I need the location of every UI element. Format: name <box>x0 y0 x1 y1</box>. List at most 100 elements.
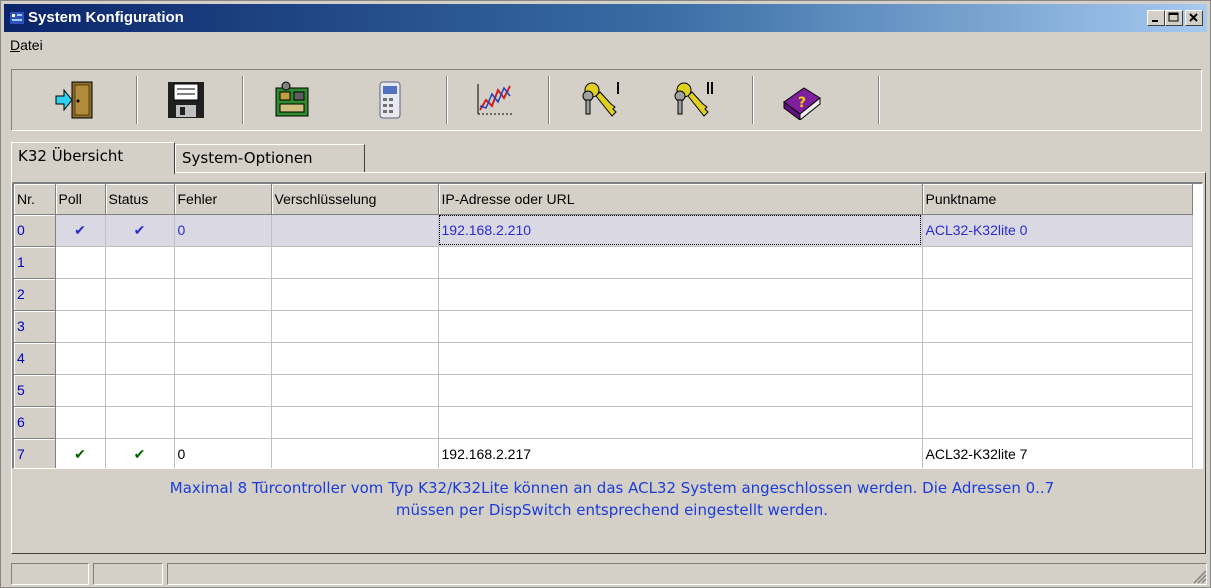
help-book-icon: ? <box>783 87 821 120</box>
cell-fehler[interactable] <box>174 278 272 311</box>
close-button[interactable] <box>1185 10 1203 26</box>
cell-ip-adresse[interactable] <box>438 278 923 311</box>
exit-button[interactable] <box>42 74 106 126</box>
header-status[interactable]: Status <box>105 184 175 215</box>
table-row[interactable]: 7 ✔ ✔ 0 192.168.2.217 ACL32-K32lite 7 <box>14 438 1193 468</box>
cell-poll[interactable] <box>55 374 106 407</box>
menu-datei[interactable]: Datei <box>10 37 43 53</box>
resize-grip-icon[interactable] <box>1193 570 1207 584</box>
cell-punktname[interactable]: ACL32-K32lite 7 <box>922 438 1193 468</box>
cell-verschluesselung[interactable] <box>271 278 439 311</box>
tab-k32-uebersicht[interactable]: K32 Übersicht <box>11 142 175 174</box>
table-row[interactable]: 1 <box>14 246 1193 279</box>
header-punktname[interactable]: Punktname <box>922 184 1193 215</box>
table-row[interactable]: 0 ✔ ✔ 0 192.168.2.210 ACL32-K32lite 0 <box>14 214 1193 247</box>
cell-status[interactable] <box>105 246 175 279</box>
table-row[interactable]: 5 <box>14 374 1193 407</box>
cell-verschluesselung[interactable] <box>271 406 439 439</box>
cell-poll[interactable] <box>55 342 106 375</box>
table-header-row: Nr. Poll Status Fehler Verschlüsselung I… <box>14 184 1193 215</box>
status-panel-1 <box>11 563 89 585</box>
header-fehler[interactable]: Fehler <box>174 184 272 215</box>
keys-two-button[interactable] <box>660 74 724 126</box>
cell-poll[interactable] <box>55 278 106 311</box>
terminal-button[interactable] <box>356 74 420 126</box>
cell-nr[interactable]: 0 <box>14 214 56 247</box>
cell-fehler[interactable] <box>174 342 272 375</box>
cell-punktname[interactable] <box>922 374 1193 407</box>
keys-one-button[interactable] <box>568 74 632 126</box>
cell-status[interactable] <box>105 278 175 311</box>
header-verschluesselung[interactable]: Verschlüsselung <box>271 184 439 215</box>
cell-punktname[interactable] <box>922 406 1193 439</box>
cell-status[interactable]: ✔ <box>105 438 175 468</box>
help-button[interactable]: ? <box>768 74 832 126</box>
header-ip-adresse[interactable]: IP-Adresse oder URL <box>438 184 923 215</box>
toolbar-separator <box>242 76 244 124</box>
cell-fehler[interactable] <box>174 310 272 343</box>
controller-button[interactable] <box>258 74 322 126</box>
cell-punktname[interactable] <box>922 310 1193 343</box>
cell-punktname[interactable] <box>922 342 1193 375</box>
cell-ip-adresse[interactable] <box>438 246 923 279</box>
cell-nr[interactable]: 1 <box>14 246 56 279</box>
title-bar[interactable]: System Konfiguration <box>4 4 1207 32</box>
cell-poll[interactable]: ✔ <box>55 438 106 468</box>
tab-system-optionen[interactable]: System-Optionen <box>175 144 365 172</box>
table-row[interactable]: 6 <box>14 406 1193 439</box>
toolbar-separator <box>548 76 550 124</box>
cell-status[interactable] <box>105 342 175 375</box>
table-row[interactable]: 2 <box>14 278 1193 311</box>
cell-nr[interactable]: 4 <box>14 342 56 375</box>
cell-poll[interactable] <box>55 406 106 439</box>
device-terminal-icon <box>379 81 401 119</box>
cell-nr[interactable]: 3 <box>14 310 56 343</box>
maximize-button[interactable] <box>1165 10 1183 26</box>
header-nr[interactable]: Nr. <box>14 184 56 215</box>
cell-nr[interactable]: 6 <box>14 406 56 439</box>
cell-verschluesselung[interactable] <box>271 310 439 343</box>
keys-one-icon <box>582 82 619 117</box>
toolbar-separator <box>136 76 138 124</box>
cell-nr[interactable]: 2 <box>14 278 56 311</box>
app-icon <box>10 12 24 24</box>
cell-status[interactable] <box>105 374 175 407</box>
menu-datei-label: atei <box>20 37 43 53</box>
status-bar <box>4 562 1209 586</box>
cell-nr[interactable]: 5 <box>14 374 56 407</box>
cell-verschluesselung[interactable] <box>271 214 439 247</box>
cell-fehler[interactable]: 0 <box>174 438 272 468</box>
chart-button[interactable] <box>460 74 524 126</box>
cell-punktname[interactable]: ACL32-K32lite 0 <box>922 214 1193 247</box>
cell-status[interactable] <box>105 406 175 439</box>
cell-ip-adresse[interactable] <box>438 310 923 343</box>
cell-ip-adresse[interactable]: 192.168.2.210 <box>438 214 923 247</box>
cell-fehler[interactable] <box>174 374 272 407</box>
cell-ip-adresse[interactable] <box>438 406 923 439</box>
cell-punktname[interactable] <box>922 278 1193 311</box>
cell-verschluesselung[interactable] <box>271 342 439 375</box>
cell-ip-adresse[interactable]: 192.168.2.217 <box>438 438 923 468</box>
cell-fehler[interactable] <box>174 246 272 279</box>
cell-ip-adresse[interactable] <box>438 374 923 407</box>
cell-punktname[interactable] <box>922 246 1193 279</box>
cell-nr[interactable]: 7 <box>14 438 56 468</box>
cell-fehler[interactable] <box>174 406 272 439</box>
cell-fehler[interactable]: 0 <box>174 214 272 247</box>
table-row[interactable]: 3 <box>14 310 1193 343</box>
cell-status[interactable]: ✔ <box>105 214 175 247</box>
cell-verschluesselung[interactable] <box>271 246 439 279</box>
cell-ip-adresse[interactable] <box>438 342 923 375</box>
save-button[interactable] <box>152 74 216 126</box>
cell-status[interactable] <box>105 310 175 343</box>
controller-grid[interactable]: Nr. Poll Status Fehler Verschlüsselung I… <box>12 182 1203 469</box>
cell-poll[interactable] <box>55 310 106 343</box>
cell-poll[interactable] <box>55 246 106 279</box>
cell-verschluesselung[interactable] <box>271 438 439 468</box>
cell-poll[interactable]: ✔ <box>55 214 106 247</box>
cell-verschluesselung[interactable] <box>271 374 439 407</box>
controller-table: Nr. Poll Status Fehler Verschlüsselung I… <box>14 184 1193 468</box>
minimize-button[interactable] <box>1147 10 1165 26</box>
header-poll[interactable]: Poll <box>55 184 106 215</box>
table-row[interactable]: 4 <box>14 342 1193 375</box>
